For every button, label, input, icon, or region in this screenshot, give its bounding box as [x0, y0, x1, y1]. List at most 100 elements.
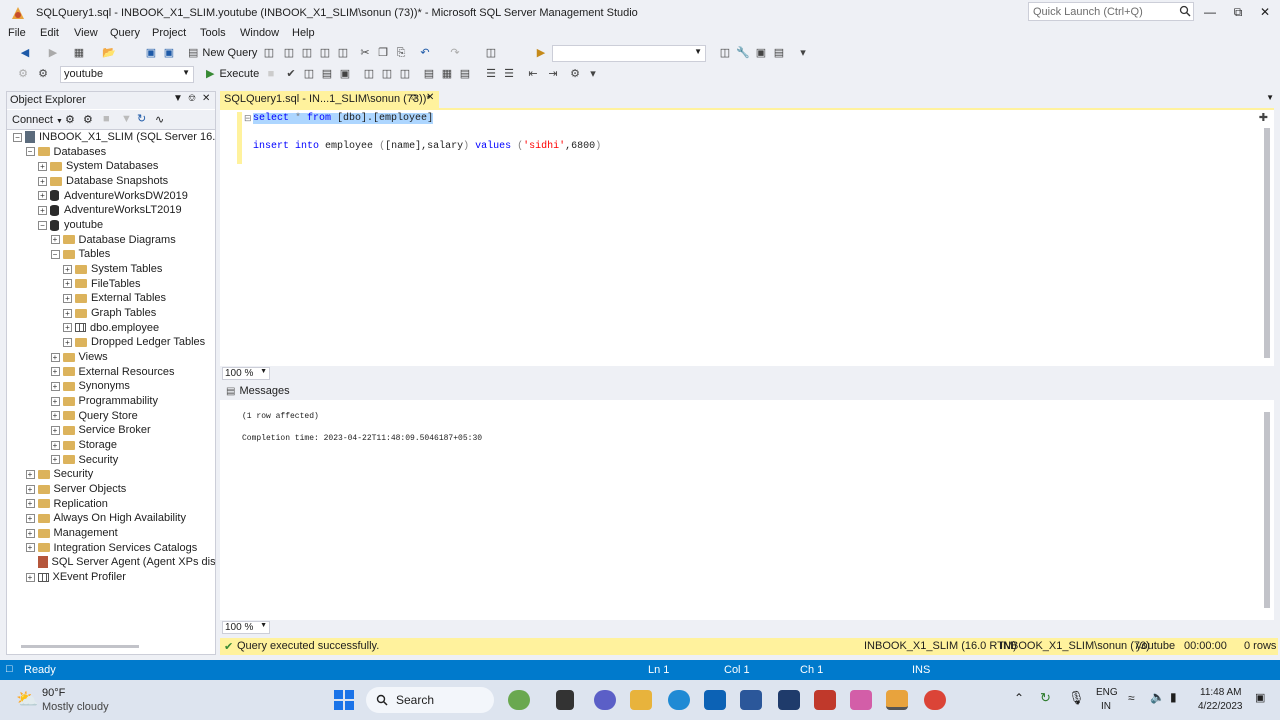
menu-window[interactable]: Window [240, 27, 279, 39]
wrench-icon[interactable]: 🔧 [736, 46, 750, 60]
expand-icon[interactable]: + [63, 293, 72, 303]
results-to-grid-icon[interactable]: ▦ [440, 67, 454, 81]
expand-icon[interactable]: + [50, 396, 60, 406]
menu-help[interactable]: Help [292, 27, 315, 39]
close-tab-icon[interactable]: ✕ [426, 92, 434, 103]
stop-icon[interactable]: ■ [103, 113, 110, 125]
clock-time[interactable]: 11:48 AM [1200, 687, 1242, 698]
filter-icon[interactable]: ▼ [121, 113, 132, 125]
expand-icon[interactable]: + [38, 205, 47, 215]
intellisense-icon[interactable]: ◫ [362, 67, 376, 81]
vertical-scrollbar[interactable] [1264, 412, 1270, 608]
editor-zoom-select[interactable]: 100 % ▼ [222, 367, 270, 380]
file-explorer-dark-icon[interactable] [556, 690, 574, 710]
pin-icon[interactable]: ⎊ [410, 92, 417, 103]
messages-pane[interactable]: (1 row affected) Completion time: 2023-0… [220, 400, 1274, 620]
connect-plug-icon[interactable]: ⚙ [65, 113, 75, 126]
activity-icon[interactable]: ∿ [155, 113, 164, 126]
live-stats-icon[interactable]: ◫ [398, 67, 412, 81]
undo-icon[interactable]: ↶ [418, 46, 432, 60]
query-options-icon[interactable]: ▣ [338, 67, 352, 81]
expand-icon[interactable]: + [63, 337, 72, 347]
forward-icon[interactable]: ▶ [46, 46, 60, 60]
tree-node[interactable]: − INBOOK_X1_SLIM (SQL Server 16.0.1000.6 [13, 130, 215, 144]
available-databases-select[interactable]: youtube ▼ [60, 66, 194, 83]
tree-node[interactable]: + System Databases [38, 159, 158, 173]
expand-icon[interactable]: + [38, 161, 47, 171]
toolbar-options-icon[interactable]: ▾ [796, 46, 810, 60]
battery-icon[interactable]: ▮ [1170, 690, 1177, 704]
tree-node[interactable]: − youtube [38, 218, 103, 232]
expand-icon[interactable]: + [50, 235, 60, 245]
tree-node[interactable]: + Database Snapshots [38, 174, 168, 188]
tree-node[interactable]: + AdventureWorksDW2019 [38, 189, 188, 203]
find-in-files-icon[interactable]: ▶ [534, 46, 548, 60]
redo-icon[interactable]: ↷ [448, 46, 462, 60]
back-icon[interactable]: ◀ [18, 46, 32, 60]
xmla-query-icon[interactable]: ◫ [300, 46, 314, 60]
open-file-icon[interactable]: 📂 [102, 46, 116, 60]
expand-icon[interactable]: + [50, 352, 60, 362]
tree-node[interactable]: + External Tables [63, 291, 166, 305]
widgets-icon[interactable] [508, 690, 530, 710]
tree-node[interactable]: + Dropped Ledger Tables [63, 335, 205, 349]
tree-node[interactable]: + Database Diagrams [50, 233, 176, 247]
refresh-icon[interactable]: ↻ [137, 112, 146, 125]
specify-values-icon[interactable]: ⚙ [568, 67, 582, 81]
results-to-text-icon[interactable]: ▤ [422, 67, 436, 81]
expand-icon[interactable]: + [50, 440, 60, 450]
expand-icon[interactable]: + [50, 367, 60, 377]
comment-icon[interactable]: ☰ [484, 67, 498, 81]
vertical-scrollbar[interactable] [1264, 128, 1270, 358]
tree-node[interactable]: + Management [25, 526, 118, 540]
tree-node[interactable]: + Synonyms [50, 379, 130, 393]
menu-project[interactable]: Project [152, 27, 186, 39]
horizontal-scrollbar[interactable] [21, 645, 139, 648]
connect-button[interactable]: Connect ▼ [12, 114, 63, 126]
menu-query[interactable]: Query [110, 27, 140, 39]
ssms-taskbar-icon[interactable] [886, 690, 908, 710]
expand-icon[interactable]: + [63, 279, 72, 289]
expand-icon[interactable]: + [50, 455, 60, 465]
tree-node[interactable]: + Programmability [50, 394, 158, 408]
paste-icon[interactable]: ⎘ [394, 46, 408, 60]
store-icon[interactable] [704, 690, 726, 710]
save-all-icon[interactable]: ▣ [162, 46, 176, 60]
weather-icon[interactable]: ⛅ [16, 689, 38, 710]
uncomment-icon[interactable]: ☰ [502, 67, 516, 81]
disconnect-icon[interactable]: ⚙ [83, 113, 93, 126]
expand-icon[interactable]: + [63, 323, 72, 333]
tree-node[interactable]: + Always On High Availability [25, 511, 186, 525]
connect-icon[interactable]: ⚙ [16, 67, 30, 81]
expand-icon[interactable]: + [50, 425, 60, 435]
tree-node[interactable]: + Replication [25, 497, 108, 511]
collapse-icon[interactable]: − [38, 220, 47, 230]
results-to-file-icon[interactable]: ▤ [458, 67, 472, 81]
menu-file[interactable]: File [8, 27, 26, 39]
execute-button[interactable]: ▶ Execute [206, 67, 259, 81]
expand-icon[interactable]: + [25, 484, 35, 494]
tree-node[interactable]: + dbo.employee [63, 321, 159, 335]
chevron-up-icon[interactable]: ⌃ [1014, 691, 1024, 705]
query-designer-icon[interactable]: ▤ [320, 67, 334, 81]
menu-edit[interactable]: Edit [40, 27, 59, 39]
tree-node[interactable]: + Security [50, 453, 118, 467]
snipping-tool-icon[interactable] [850, 690, 872, 710]
collapse-icon[interactable]: − [25, 147, 35, 157]
window-layout-icon[interactable]: ▤ [772, 46, 786, 60]
estimated-plan-icon[interactable]: ◫ [302, 67, 316, 81]
tree-node[interactable]: − Tables [50, 247, 110, 261]
expand-icon[interactable]: + [25, 499, 35, 509]
expand-icon[interactable]: + [50, 411, 60, 421]
tab-messages[interactable]: ▤ Messages [226, 385, 290, 397]
tree-node[interactable]: + System Tables [63, 262, 162, 276]
collapse-icon[interactable]: − [50, 249, 60, 259]
toolbar-options-icon[interactable]: ▾ [586, 67, 600, 81]
volume-icon[interactable]: 🔈 [1150, 690, 1165, 704]
tree-node[interactable]: + Graph Tables [63, 306, 156, 320]
analysis-query-icon[interactable]: ◫ [336, 46, 350, 60]
properties-icon[interactable]: ◫ [718, 46, 732, 60]
expand-icon[interactable]: + [25, 469, 35, 479]
tree-node[interactable]: + FileTables [63, 277, 141, 291]
chrome-icon[interactable] [924, 690, 946, 710]
